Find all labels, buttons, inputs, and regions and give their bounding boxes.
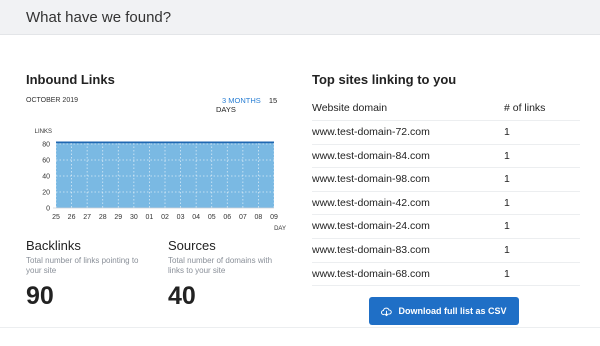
row-domain: www.test-domain-68.com: [312, 267, 430, 280]
cloud-download-icon: [381, 307, 393, 316]
section-title: What have we found?: [26, 9, 172, 26]
y-tick-label: 0: [46, 206, 50, 213]
x-tick-label: 25: [52, 214, 60, 221]
x-tick-label: 04: [192, 214, 200, 221]
x-tick-label: 01: [146, 214, 154, 221]
row-domain: www.test-domain-42.com: [312, 196, 430, 209]
row-domain: www.test-domain-83.com: [312, 243, 430, 256]
x-tick-label: 03: [177, 214, 185, 221]
x-tick-label: 07: [239, 214, 247, 221]
backlinks-value: 90: [26, 282, 54, 310]
y-tick-label: 40: [42, 174, 50, 181]
x-tick-label: 02: [161, 214, 169, 221]
sources-description: Total number of domains with links to yo…: [168, 256, 273, 275]
x-tick-label: 05: [208, 214, 216, 221]
top-sites-table: Website domain # of links www.test-domai…: [312, 96, 580, 287]
table-row: www.test-domain-83.com 1: [312, 239, 580, 263]
bottom-divider: [0, 327, 600, 328]
row-domain: www.test-domain-24.com: [312, 220, 430, 233]
period-label: OCTOBER 2019: [26, 97, 79, 104]
row-links: 1: [504, 267, 510, 280]
top-sites-title: Top sites linking to you: [312, 72, 457, 87]
range-toggle: 3 MONTHS 15 DAYS: [216, 96, 296, 114]
row-links: 1: [504, 220, 510, 233]
inbound-links-title: Inbound Links: [26, 72, 115, 87]
row-domain: www.test-domain-84.com: [312, 149, 430, 162]
y-axis-title: LINKS: [35, 129, 52, 135]
x-tick-label: 27: [83, 214, 91, 221]
column-header-links: # of links: [504, 102, 546, 114]
y-tick-label: 20: [42, 190, 50, 197]
row-links: 1: [504, 173, 510, 186]
x-tick-label: 06: [223, 214, 231, 221]
x-tick-label: 09: [270, 214, 278, 221]
row-domain: www.test-domain-72.com: [312, 126, 430, 138]
table-row: www.test-domain-24.com 1: [312, 215, 580, 239]
x-tick-label: 08: [255, 214, 263, 221]
section-header: What have we found?: [0, 0, 600, 35]
table-row: www.test-domain-68.com 1: [312, 263, 580, 287]
x-tick-label: 29: [114, 214, 122, 221]
y-tick-label: 60: [42, 158, 50, 165]
row-links: 1: [504, 149, 510, 162]
table-row: www.test-domain-98.com 1: [312, 168, 580, 192]
y-tick-label: 80: [42, 142, 50, 149]
inbound-links-chart: 0 20 40 60 80 25 26 27 28 29 30 01 02 03 04 05 06 07 08 09 L…: [35, 129, 286, 232]
backlinks-description: Total number of links pointing to your s…: [26, 256, 139, 275]
row-links: 1: [504, 196, 510, 209]
row-domain: www.test-domain-98.com: [312, 173, 430, 186]
sources-value: 40: [168, 282, 196, 310]
range-3-months[interactable]: 3 MONTHS: [222, 96, 261, 105]
table-header-row: Website domain # of links: [312, 96, 580, 121]
table-row: www.test-domain-42.com 1: [312, 192, 580, 216]
download-csv-label: Download full list as CSV: [398, 306, 507, 316]
sources-label: Sources: [168, 238, 216, 253]
table-row: www.test-domain-84.com 1: [312, 145, 580, 169]
column-header-domain: Website domain: [312, 102, 388, 114]
download-csv-button[interactable]: Download full list as CSV: [369, 297, 519, 325]
x-tick-label: 26: [68, 214, 76, 221]
sources-stat: Sources Total number of domains with lin…: [168, 238, 288, 311]
backlinks-label: Backlinks: [26, 238, 81, 253]
x-tick-label: 30: [130, 214, 138, 221]
x-axis-title: DAY: [274, 226, 286, 232]
row-links: 1: [504, 126, 510, 138]
row-links: 1: [504, 243, 510, 256]
x-tick-label: 28: [99, 214, 107, 221]
table-row: www.test-domain-72.com 1: [312, 121, 580, 145]
backlinks-stat: Backlinks Total number of links pointing…: [26, 238, 146, 311]
